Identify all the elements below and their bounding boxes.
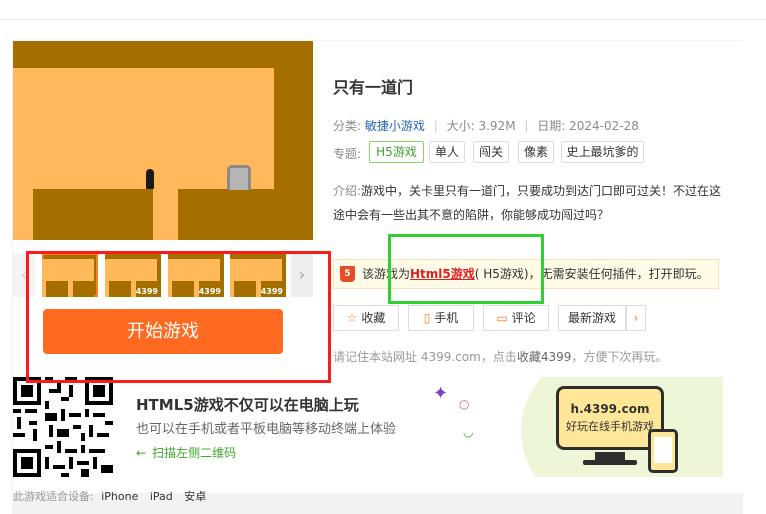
size-value: 3.92M	[478, 119, 516, 133]
size-label: 大小:	[446, 119, 475, 133]
game-meta: 分类: 敏捷小游戏 | 大小: 3.92M | 日期: 2024-02-28	[333, 117, 639, 134]
comment-label: 评论	[511, 311, 536, 325]
remember-suffix: ，方便下次再玩。	[571, 350, 668, 364]
topics-label: 专题:	[333, 147, 362, 161]
monitor-stand	[595, 452, 625, 460]
topic-tag-levels[interactable]: 闯关	[473, 141, 509, 163]
top-divider	[0, 19, 766, 20]
game-description: 介绍:游戏中，关卡里只有一道门，只要成功到达门口即可过关！不过在这途中会有一些出…	[333, 179, 723, 227]
devices-label: 此游戏适合设备:	[13, 490, 94, 503]
promo-scan-label: 扫描左侧二维码	[152, 446, 237, 460]
monitor-base	[583, 460, 637, 465]
remember-prefix: 请记住本站网址 4399.com，点击	[333, 350, 517, 364]
html5-promo-banner: HTML5游戏不仅可以在电脑上玩 也可以在手机或者平板电脑等移动终端上体验 ← 扫…	[13, 377, 723, 477]
html5-icon: 5	[340, 266, 355, 282]
mobile-label: 手机	[434, 311, 459, 325]
date-label: 日期:	[537, 119, 566, 133]
intro-text: 游戏中，关卡里只有一道门，只要成功到达门口即可过关！不过在这途中会有一些出其不意…	[333, 184, 722, 222]
category-link[interactable]: 敏捷小游戏	[365, 119, 425, 133]
latest-games-more-button[interactable]: ›	[626, 305, 646, 331]
qr-code	[13, 377, 113, 477]
arrow-left-icon: ←	[136, 446, 147, 460]
supported-devices: 此游戏适合设备: iPhone iPad 安卓	[13, 488, 210, 504]
category-label: 分类:	[333, 119, 362, 133]
sparkle-icon: ✦	[433, 383, 449, 404]
comment-button[interactable]: ▭ 评论	[483, 305, 549, 331]
device-android: 安卓	[184, 490, 207, 503]
date-value: 2024-02-28	[569, 119, 639, 133]
comment-icon: ▭	[496, 311, 508, 325]
phone-illustration	[648, 429, 678, 473]
red-highlight-box	[26, 251, 331, 383]
mobile-site-slogan: 好玩在线手机游戏	[566, 420, 654, 433]
game-preview-image[interactable]	[13, 41, 313, 240]
star-icon: ☆	[346, 311, 358, 325]
topic-tag-h5[interactable]: H5游戏	[369, 141, 424, 163]
promo-title: HTML5游戏不仅可以在电脑上玩	[136, 396, 359, 414]
promo-subtitle: 也可以在手机或者平板电脑等移动终端上体验	[136, 422, 397, 437]
mobile-site-url: h.4399.com	[570, 402, 650, 416]
meta-separator: |	[433, 119, 438, 133]
meta-separator: |	[524, 119, 529, 133]
preview-platform-left	[33, 189, 153, 240]
device-iphone: iPhone	[101, 490, 139, 503]
ring-icon: ◡	[463, 425, 474, 439]
preview-player	[146, 169, 154, 189]
intro-label: 介绍:	[333, 184, 362, 198]
promo-scan-hint: ← 扫描左侧二维码	[136, 444, 236, 461]
topic-tag-troll[interactable]: 史上最坑爹的	[561, 141, 644, 163]
game-title: 只有一道门	[333, 78, 414, 97]
device-ipad: iPad	[149, 490, 173, 503]
phone-icon: ▯	[423, 311, 431, 325]
circle-icon: ○	[459, 397, 470, 411]
topic-tag-pixel[interactable]: 像素	[518, 141, 554, 163]
latest-games-button[interactable]: 最新游戏	[558, 305, 626, 331]
favorite-label: 收藏	[361, 311, 386, 325]
remember-site-notice: 请记住本站网址 4399.com，点击收藏4399，方便下次再玩。	[333, 348, 667, 365]
green-highlight-box	[388, 234, 544, 304]
mobile-button[interactable]: ▯ 手机	[408, 305, 474, 331]
preview-platform-right	[178, 189, 274, 240]
favorite-button[interactable]: ☆ 收藏	[333, 305, 399, 331]
topic-tag-single[interactable]: 单人	[429, 141, 465, 163]
preview-door	[227, 165, 251, 190]
bookmark-4399-link[interactable]: 收藏4399	[517, 350, 572, 364]
